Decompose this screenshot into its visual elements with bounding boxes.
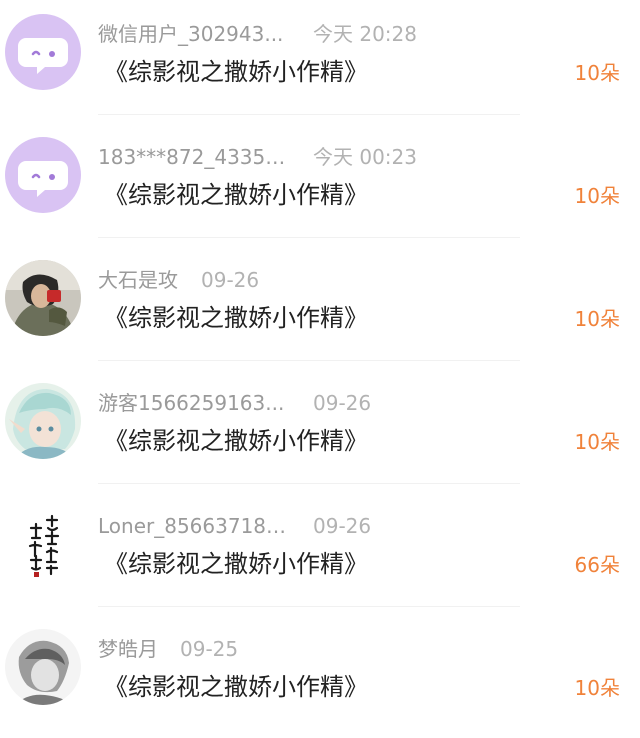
timestamp: 09-26 (313, 514, 372, 538)
photo-avatar[interactable] (5, 260, 81, 336)
username[interactable]: Loner_856637181... (98, 512, 288, 540)
username[interactable]: 183***872_43358... (98, 143, 288, 171)
timestamp: 今天 20:28 (313, 22, 417, 46)
timestamp: 09-26 (201, 268, 260, 292)
gift-amount: 66朵 (574, 553, 620, 577)
list-item[interactable]: 梦皓月 09-25 《综影视之撒娇小作精》 10朵 (0, 615, 640, 738)
list-item[interactable]: Loner_856637181... 09-26 《综影视之撒娇小作精》 66朵 (0, 492, 640, 615)
book-title: 《综影视之撒娇小作精》 (104, 181, 368, 209)
gift-amount: 10朵 (574, 61, 620, 85)
chat-bubble-avatar-icon[interactable] (5, 137, 81, 213)
gift-amount: 10朵 (574, 184, 620, 208)
username[interactable]: 微信用户_302943... (98, 20, 288, 48)
book-title: 《综影视之撒娇小作精》 (104, 427, 368, 455)
calligraphy-avatar[interactable] (5, 506, 81, 582)
list-item[interactable]: 大石是攻 09-26 《综影视之撒娇小作精》 10朵 (0, 246, 640, 369)
divider (98, 360, 520, 361)
chat-bubble-avatar-icon[interactable] (5, 14, 81, 90)
gift-record-list: 微信用户_302943... 今天 20:28 《综影视之撒娇小作精》 10朵 … (0, 0, 640, 705)
gift-amount: 10朵 (574, 307, 620, 331)
divider (98, 483, 520, 484)
list-item[interactable]: 游客1566259163... 09-26 《综影视之撒娇小作精》 10朵 (0, 369, 640, 492)
divider (98, 237, 520, 238)
list-item[interactable]: 183***872_43358... 今天 00:23 《综影视之撒娇小作精》 … (0, 123, 640, 246)
username[interactable]: 大石是攻 (98, 266, 178, 294)
divider (98, 114, 520, 115)
username[interactable]: 梦皓月 (98, 635, 158, 663)
book-title: 《综影视之撒娇小作精》 (104, 550, 368, 578)
sketch-avatar[interactable] (5, 629, 81, 705)
timestamp: 09-26 (313, 391, 372, 415)
timestamp: 09-25 (180, 637, 239, 661)
gift-amount: 10朵 (574, 430, 620, 454)
book-title: 《综影视之撒娇小作精》 (104, 304, 368, 332)
timestamp: 今天 00:23 (313, 145, 417, 169)
divider (98, 606, 520, 607)
username[interactable]: 游客1566259163... (98, 389, 288, 417)
book-title: 《综影视之撒娇小作精》 (104, 58, 368, 86)
list-item[interactable]: 微信用户_302943... 今天 20:28 《综影视之撒娇小作精》 10朵 (0, 0, 640, 123)
anime-avatar[interactable] (5, 383, 81, 459)
